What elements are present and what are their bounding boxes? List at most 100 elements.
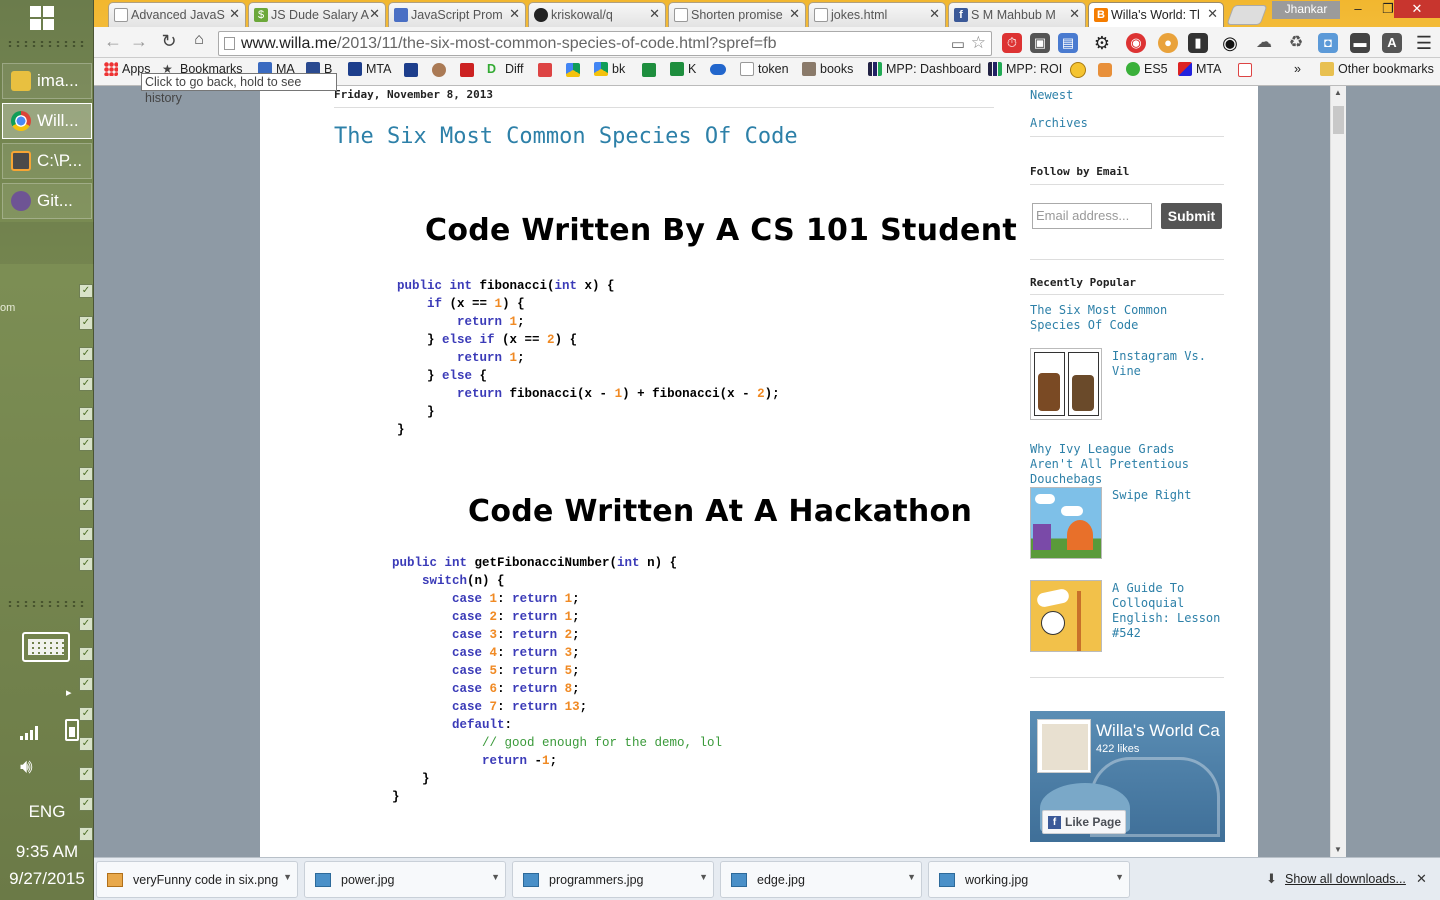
show-all-downloads-link[interactable]: Show all downloads... xyxy=(1285,872,1406,886)
checkbox[interactable]: ✓ xyxy=(79,707,93,721)
download-item[interactable]: power.jpg ▼ xyxy=(304,861,506,898)
show-hidden-icons-icon[interactable]: ▸ xyxy=(66,686,72,699)
bookmark-es5[interactable]: ES5 xyxy=(1126,62,1168,76)
close-tab-icon[interactable]: ✕ xyxy=(1069,6,1080,22)
taskbar-button-chrome[interactable]: Will... xyxy=(2,103,92,139)
browser-tab[interactable]: Shorten promise ✕ xyxy=(668,2,806,27)
bookmark-icon[interactable] xyxy=(538,63,552,77)
checkbox[interactable]: ✓ xyxy=(79,647,93,661)
close-tab-icon[interactable]: ✕ xyxy=(509,6,520,22)
checkbox[interactable]: ✓ xyxy=(79,284,93,298)
popular-post-link[interactable]: Swipe Right xyxy=(1112,488,1224,503)
bookmark-bk[interactable]: bk xyxy=(594,62,625,76)
checkbox[interactable]: ✓ xyxy=(79,497,93,511)
checkbox[interactable]: ✓ xyxy=(79,827,93,841)
angular-icon[interactable]: A xyxy=(1382,33,1402,53)
menu-icon[interactable]: ☰ xyxy=(1414,33,1434,53)
chevron-down-icon[interactable]: ▼ xyxy=(1115,872,1124,882)
battery-icon[interactable] xyxy=(65,719,79,741)
volume-icon[interactable]: 🔊︎ xyxy=(20,756,33,779)
bookmark-mpp-dashboard[interactable]: MPP: Dashboard xyxy=(868,62,981,76)
checkbox[interactable]: ✓ xyxy=(79,677,93,691)
bookmark-token[interactable]: token xyxy=(740,62,789,76)
checkbox[interactable]: ✓ xyxy=(79,377,93,391)
thumbnail-instagram-vine[interactable] xyxy=(1030,348,1102,420)
newest-link[interactable]: Newest xyxy=(1030,88,1073,103)
checkbox[interactable]: ✓ xyxy=(79,617,93,631)
drive-icon[interactable] xyxy=(566,63,580,77)
browser-tab[interactable]: kriskowal/q ✕ xyxy=(528,2,666,27)
browser-tab[interactable]: JavaScript Prom ✕ xyxy=(388,2,526,27)
profile-button[interactable]: Jhankar xyxy=(1272,1,1340,19)
taskbar-grip[interactable] xyxy=(6,600,88,608)
facebook-page-plugin[interactable]: Willa's World Ca 422 likes f Like Page xyxy=(1030,711,1225,842)
checkbox[interactable]: ✓ xyxy=(79,767,93,781)
scroll-down-icon[interactable]: ▼ xyxy=(1334,845,1342,854)
taskbar-button-images[interactable]: ima... xyxy=(2,63,92,99)
close-window-icon[interactable]: ✕ xyxy=(1394,0,1440,18)
chevron-down-icon[interactable]: ▼ xyxy=(491,872,500,882)
close-tab-icon[interactable]: ✕ xyxy=(649,6,660,22)
scroll-thumb[interactable] xyxy=(1333,106,1344,134)
sheet-icon[interactable] xyxy=(642,63,656,77)
thumbnail-swipe-right[interactable] xyxy=(1030,487,1102,559)
checkbox[interactable]: ✓ xyxy=(79,557,93,571)
taskbar-grip[interactable] xyxy=(6,40,88,48)
clock-time[interactable]: 9:35 AM xyxy=(0,842,94,862)
checkbox[interactable]: ✓ xyxy=(79,527,93,541)
bookmark-icon[interactable] xyxy=(460,63,474,77)
windows-start-icon[interactable] xyxy=(30,6,56,32)
extension-lastpass-icon[interactable]: ◉ xyxy=(1126,33,1146,53)
clock-date[interactable]: 9/27/2015 xyxy=(0,869,94,889)
extension-window-icon[interactable]: ▤ xyxy=(1058,33,1078,53)
close-downloads-icon[interactable]: ✕ xyxy=(1416,871,1427,887)
extension-phone-icon[interactable]: ▮ xyxy=(1188,33,1208,53)
extension-timer-icon[interactable]: ⏱ xyxy=(1002,33,1022,53)
bookmark-k[interactable]: K xyxy=(670,62,696,76)
eye-icon[interactable]: ◉ xyxy=(1220,33,1240,53)
bookmark-diff[interactable]: D Diff xyxy=(487,62,524,76)
checkbox[interactable]: ✓ xyxy=(79,737,93,751)
submit-button[interactable]: Submit xyxy=(1161,203,1222,229)
minimize-icon[interactable]: ‒ xyxy=(1344,0,1372,18)
bookmark-mta[interactable]: MTA xyxy=(348,62,391,76)
touch-keyboard-icon[interactable] xyxy=(22,632,70,662)
download-item[interactable]: programmers.jpg ▼ xyxy=(512,861,714,898)
recycle-icon[interactable]: ♻ xyxy=(1286,33,1306,53)
taskbar-button-github[interactable]: Git... xyxy=(2,183,92,219)
browser-tab-active[interactable]: B Willa's World: Tl ✕ xyxy=(1088,2,1224,27)
checkbox[interactable]: ✓ xyxy=(79,437,93,451)
back-icon[interactable]: ← xyxy=(102,31,124,52)
page-info-icon[interactable] xyxy=(224,37,235,50)
bookmark-icon[interactable] xyxy=(432,63,446,77)
bookmark-icon[interactable] xyxy=(404,63,418,77)
popular-post-link[interactable]: Instagram Vs. Vine xyxy=(1112,349,1224,379)
bookmark-mpp-roi[interactable]: MPP: ROI xyxy=(988,62,1062,76)
thumbnail-colloquial-english[interactable] xyxy=(1030,580,1102,652)
bookmark-star-icon[interactable]: ☆ xyxy=(971,33,986,53)
extension-screen-icon[interactable]: ▣ xyxy=(1030,33,1050,53)
scroll-up-icon[interactable]: ▲ xyxy=(1334,88,1342,97)
cloud-icon[interactable] xyxy=(710,64,726,75)
network-signal-icon[interactable] xyxy=(20,724,42,740)
smiley-icon[interactable] xyxy=(1070,62,1086,78)
facebook-page-title[interactable]: Willa's World Ca xyxy=(1096,721,1220,741)
download-item[interactable]: working.jpg ▼ xyxy=(928,861,1130,898)
gear-icon[interactable]: ⚙ xyxy=(1092,33,1112,53)
taskbar-button-sublime[interactable]: C:\P... xyxy=(2,143,92,179)
bookmarks-overflow-icon[interactable]: » xyxy=(1294,62,1301,76)
input-language[interactable]: ENG xyxy=(0,802,94,822)
close-tab-icon[interactable]: ✕ xyxy=(229,6,240,22)
reload-icon[interactable]: ↻ xyxy=(158,31,180,52)
email-input[interactable]: Email address... xyxy=(1032,203,1152,229)
chevron-down-icon[interactable]: ▼ xyxy=(283,872,292,882)
close-tab-icon[interactable]: ✕ xyxy=(369,6,380,22)
camera-icon[interactable]: ◘ xyxy=(1318,33,1338,53)
browser-tab[interactable]: $ JS Dude Salary A ✕ xyxy=(248,2,386,27)
bookmark-icon[interactable] xyxy=(1098,63,1112,77)
home-icon[interactable]: ⌂ xyxy=(188,31,210,49)
reader-mode-icon[interactable]: ▭ xyxy=(951,35,965,53)
extension-cookie-icon[interactable]: ● xyxy=(1158,33,1178,53)
close-tab-icon[interactable]: ✕ xyxy=(1207,6,1218,22)
post-title[interactable]: The Six Most Common Species Of Code xyxy=(334,124,798,149)
